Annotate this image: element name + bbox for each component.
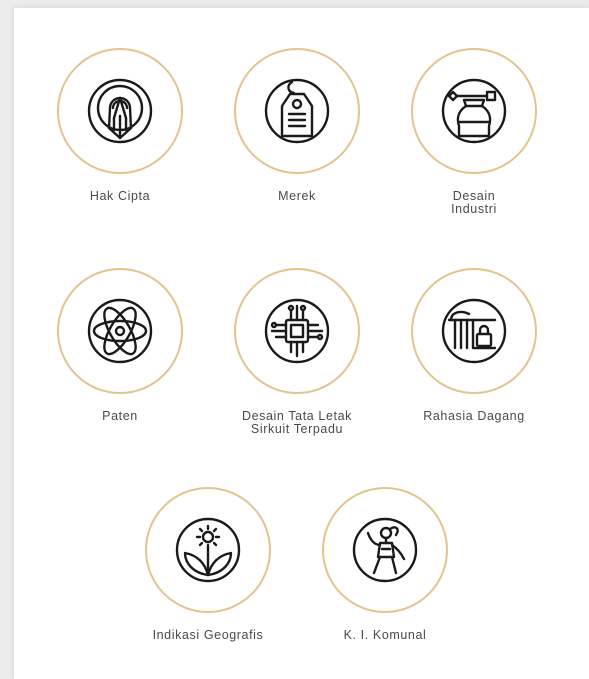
icon-ring <box>234 48 360 174</box>
sun-plant-icon <box>175 517 241 583</box>
icon-ring <box>57 48 183 174</box>
category-indikasi-geografis[interactable]: Indikasi Geografis <box>118 487 298 642</box>
category-hak-cipta[interactable]: Hak Cipta <box>30 48 210 203</box>
category-label: Paten <box>102 409 138 423</box>
category-rahasia-dagang[interactable]: Rahasia Dagang <box>384 268 564 423</box>
icon-ring <box>234 268 360 394</box>
category-label: Rahasia Dagang <box>423 409 525 423</box>
icon-ring <box>57 268 183 394</box>
atom-icon <box>87 298 153 364</box>
category-desain-industri[interactable]: Desain Industri <box>384 48 564 216</box>
category-desain-tata-letak[interactable]: Desain Tata Letak Sirkuit Terpadu <box>207 268 387 436</box>
tag-icon <box>264 78 330 144</box>
icon-ring <box>322 487 448 613</box>
icon-ring <box>411 48 537 174</box>
category-paten[interactable]: Paten <box>30 268 210 423</box>
ip-categories-card: Hak Cipta Merek Desain Industri Paten De… <box>14 8 589 679</box>
bottle-icon <box>441 78 507 144</box>
store-lock-icon <box>441 298 507 364</box>
microchip-icon <box>264 298 330 364</box>
category-label: Indikasi Geografis <box>152 628 264 642</box>
category-label: Merek <box>278 189 316 203</box>
icon-ring <box>411 268 537 394</box>
dancer-icon <box>352 517 418 583</box>
copyright-pen-icon <box>87 78 153 144</box>
category-label-line-2: Industri <box>451 202 497 216</box>
category-label: K. I. Komunal <box>343 628 427 642</box>
icon-ring <box>145 487 271 613</box>
category-label-line-2: Sirkuit Terpadu <box>250 422 344 436</box>
category-label: Hak Cipta <box>89 189 151 203</box>
category-merek[interactable]: Merek <box>207 48 387 203</box>
category-ki-komunal[interactable]: K. I. Komunal <box>295 487 475 642</box>
